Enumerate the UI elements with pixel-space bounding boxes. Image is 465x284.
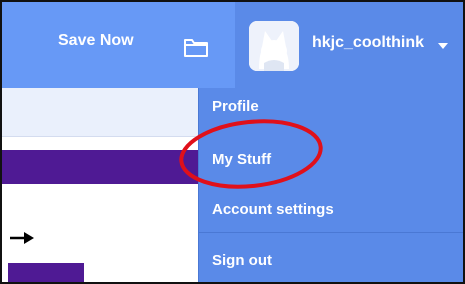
editor-toolbar-strip — [2, 88, 202, 137]
purple-stage-band — [2, 150, 202, 184]
menu-item-account-settings[interactable]: Account settings — [212, 201, 334, 218]
menu-item-profile[interactable]: Profile — [212, 98, 259, 115]
top-menu-bar: Save Now hkjc_coolthink — [2, 2, 463, 88]
cat-avatar-icon — [249, 21, 299, 71]
menu-item-my-stuff[interactable]: My Stuff — [212, 151, 271, 168]
menu-item-sign-out[interactable]: Sign out — [212, 252, 272, 269]
arrow-right-icon — [10, 232, 34, 244]
username-label: hkjc_coolthink — [312, 34, 425, 51]
screenshot-frame: Save Now hkjc_coolthink Profile My Stuff… — [0, 0, 465, 284]
save-now-button[interactable]: Save Now — [58, 32, 134, 50]
menu-divider — [199, 232, 463, 233]
account-menu-button[interactable]: hkjc_coolthink — [235, 2, 463, 88]
folder-icon[interactable] — [183, 36, 209, 58]
caret-down-icon — [438, 43, 448, 49]
account-dropdown-menu: Profile My Stuff Account settings Sign o… — [198, 88, 463, 282]
avatar — [249, 21, 299, 71]
purple-block — [8, 263, 84, 282]
